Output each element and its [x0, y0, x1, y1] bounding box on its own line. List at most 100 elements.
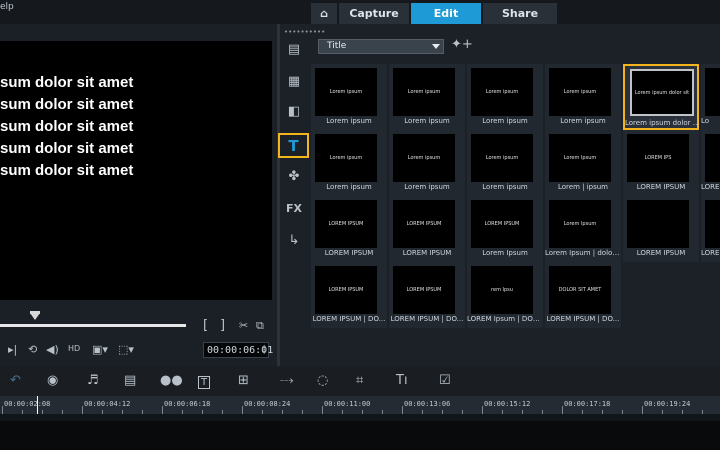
graphic-icon[interactable]: ✤ — [282, 165, 306, 187]
subtitle-editor-icon[interactable]: T — [198, 376, 211, 389]
title-preset-item[interactable]: Lorem ipsum Lorem ipsum — [545, 64, 621, 130]
title-preset-item[interactable]: Lorem ipsum Lorem ipsum — [311, 64, 387, 130]
track-select-icon[interactable]: ⬚▾ — [118, 343, 134, 357]
category-dropdown[interactable]: Title — [318, 39, 444, 54]
title-thumbnail: LOREM IPS — [627, 134, 689, 182]
preview-text-line: sum dolor sit amet — [0, 96, 134, 113]
title-thumbnail: LOREM IPSUM — [315, 200, 377, 248]
title-preset-item[interactable]: Lorem ipsum Lorem ipsum — [467, 130, 543, 196]
top-bar: elp ⌂ Capture Edit Share — [0, 0, 720, 24]
motion-tracking-icon[interactable]: ●● — [160, 373, 183, 388]
thumbnail-text: LOREM IPSUM — [406, 287, 442, 293]
title-preset-item[interactable]: LOREM IPSUM LOREM IPSUM — [311, 196, 387, 262]
mark-in-button[interactable]: [ — [203, 319, 208, 333]
volume-icon[interactable]: ◀) — [46, 343, 59, 357]
title-preset-item[interactable]: LOREM IPSUM Lorem Ipsum — [467, 196, 543, 262]
title-thumbnail — [705, 134, 720, 182]
title-preset-label: Lorem | ipsum — [557, 183, 608, 191]
title-preset-item[interactable]: LOREM IPSUM LOREM IPSUM | DO... — [311, 262, 387, 328]
scrubber-track[interactable] — [0, 324, 186, 327]
ruler-time-label: 00:00:02:08 — [4, 400, 51, 408]
ruler-tick — [22, 410, 23, 414]
title-preset-item[interactable]: Lorem Ipsum Lorem Ipsum | dolor s... — [545, 196, 621, 262]
title-preset-label: Lorem ipsum — [482, 117, 528, 125]
undo-icon[interactable]: ↶ — [10, 373, 21, 388]
timeline-track-area[interactable] — [0, 421, 720, 450]
title-preset-label: LOREM — [701, 183, 720, 191]
enlarge-icon[interactable]: ⧉ — [256, 319, 264, 333]
title-preset-label: Lorem ipsum — [404, 117, 450, 125]
title-thumbnail: Lorem ipsum — [393, 134, 455, 182]
title-preset-item[interactable]: LOREM — [701, 196, 720, 262]
ruler-tick — [462, 410, 463, 414]
grip-handle-icon[interactable]: •••••••••• — [284, 28, 325, 36]
hd-preview-icon[interactable]: HD — [68, 342, 80, 356]
title-id-icon[interactable]: Tı — [396, 373, 408, 388]
tab-edit[interactable]: Edit — [411, 3, 481, 24]
aspect-ratio-icon[interactable]: ▣▾ — [92, 343, 108, 357]
tab-capture[interactable]: Capture — [339, 3, 409, 24]
speed-icon[interactable]: ⤏ — [280, 373, 294, 388]
mark-out-button[interactable]: ] — [220, 319, 225, 333]
split-clip-icon[interactable]: ✂ — [239, 319, 248, 333]
title-preset-item[interactable]: Lorem ipsum dolor sit Lorem ipsum dolor s… — [623, 64, 701, 130]
title-preset-item[interactable]: rem Ipsu LOREM Ipsum | DOLO... — [467, 262, 543, 328]
title-preset-item[interactable]: Lo — [701, 64, 720, 130]
instant-project-icon[interactable]: ▦ — [282, 70, 306, 92]
ruler-tick — [102, 410, 103, 414]
crop-icon[interactable]: ⌗ — [356, 373, 363, 388]
title-icon[interactable]: T — [278, 133, 309, 158]
ruler-tick — [62, 410, 63, 414]
tab-share[interactable]: Share — [483, 3, 557, 24]
title-preset-item[interactable]: Lorem ipsum Lorem ipsum — [467, 64, 543, 130]
sound-mixer-icon[interactable]: ♬ — [87, 373, 99, 388]
edit-check-icon[interactable]: ☑ — [439, 373, 451, 388]
auto-music-icon[interactable]: ▤ — [124, 373, 136, 388]
repeat-icon[interactable]: ⟲ — [28, 343, 37, 357]
mask-icon[interactable]: ◌ — [317, 373, 328, 388]
ruler-tick — [542, 410, 543, 414]
preview-screen[interactable]: sum dolor sit amet sum dolor sit amet su… — [0, 41, 272, 300]
home-tab[interactable]: ⌂ — [311, 3, 337, 24]
title-preset-item[interactable]: LOREM IPSUM — [623, 196, 699, 262]
title-preset-item[interactable]: DOLOR SIT AMET LOREM IPSUM | DO... — [545, 262, 621, 328]
timecode-spinner-icon[interactable]: ▲ ▼ — [262, 344, 266, 356]
preview-text-line: sum dolor sit amet — [0, 162, 134, 179]
title-thumbnail: Lorem ipsum — [549, 68, 611, 116]
title-preset-item[interactable]: LOREM IPSUM LOREM IPSUM — [389, 196, 465, 262]
multi-camera-icon[interactable]: ⊞ — [238, 373, 249, 388]
title-thumbnail: Lorem ipsum — [393, 68, 455, 116]
ruler-tick — [342, 410, 343, 414]
scrubber-handle[interactable] — [30, 313, 40, 320]
thumbnail-text: Lorem Ipsum — [563, 221, 597, 227]
title-preset-item[interactable]: Lorem ipsum Lorem ipsum — [389, 130, 465, 196]
title-thumbnail — [705, 68, 720, 116]
title-preset-item[interactable]: LOREM IPSUM LOREM IPSUM | DO... — [389, 262, 465, 328]
add-favorite-icon[interactable]: ✦+ — [451, 37, 473, 52]
timecode-field[interactable]: 00:00:06:01 ▲ ▼ — [203, 342, 273, 358]
title-preset-item[interactable]: Lorem ipsum Lorem ipsum — [311, 130, 387, 196]
ruler-tick — [382, 410, 383, 414]
title-thumbnail: LOREM IPSUM — [393, 266, 455, 314]
title-preset-item[interactable]: LOREM IPS LOREM IPSUM — [623, 130, 699, 196]
ruler-tick — [242, 406, 243, 414]
transition-icon[interactable]: ◧ — [282, 100, 306, 122]
ruler-tick — [322, 406, 323, 414]
title-preset-item[interactable]: Lorem ipsum Lorem ipsum — [389, 64, 465, 130]
ruler-tick — [482, 406, 483, 414]
record-capture-icon[interactable]: ◉ — [47, 373, 58, 388]
menu-help[interactable]: elp — [0, 2, 14, 12]
play-next-icon[interactable]: ▸| — [8, 343, 17, 357]
ruler-time-label: 00:00:08:24 — [244, 400, 291, 408]
title-preset-label: LOREM IPSUM | DO... — [546, 315, 620, 323]
title-preset-item[interactable]: Lorem Ipsum Lorem | ipsum — [545, 130, 621, 196]
title-preset-label: Lorem ipsum — [404, 183, 450, 191]
ruler-time-label: 00:00:19:24 — [644, 400, 691, 408]
thumbnail-text: DOLOR SIT AMET — [558, 287, 602, 293]
path-icon[interactable]: ↳ — [282, 229, 306, 251]
title-preset-item[interactable]: LOREM — [701, 130, 720, 196]
ruler-tick — [602, 410, 603, 414]
title-thumbnail: Lorem ipsum — [471, 68, 533, 116]
filter-fx-icon[interactable]: FX — [282, 197, 306, 219]
media-library-icon[interactable]: ▤ — [282, 38, 306, 60]
